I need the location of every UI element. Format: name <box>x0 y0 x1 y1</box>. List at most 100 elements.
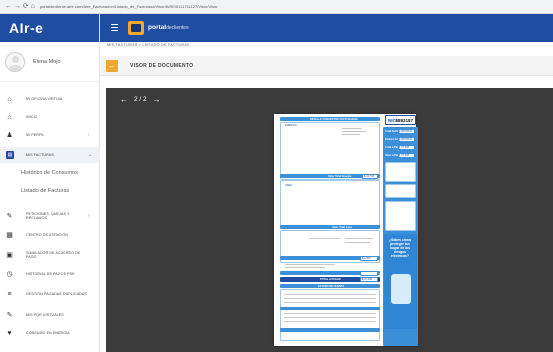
pdf-toolbar: ← 2 / 2 → <box>120 95 161 104</box>
energy-total-label: Valor Total Energía <box>328 174 352 178</box>
sidebar-item-simulador[interactable]: ▣ Simulador de acuerdo de pago <box>0 248 100 262</box>
account-status-box <box>280 289 380 341</box>
viewer-title: VISOR DE DOCUMENTO <box>130 63 194 69</box>
sidebar-item-label: Inicio <box>26 114 38 119</box>
footer-bar <box>280 328 380 332</box>
summary-value: $ 37.000 <box>399 154 410 157</box>
aseo-total-label: Valor Total Aseo <box>332 225 353 229</box>
heart-icon: ♥ <box>7 329 12 337</box>
sidebar-item-centro-atencion[interactable]: ▦ Centro de atención <box>0 229 100 241</box>
detail-line <box>284 313 376 314</box>
avatar <box>5 51 25 72</box>
summary-value: 14/02/2022 <box>399 130 412 133</box>
sidebar-item-perfil[interactable]: ♟ Mi perfil › <box>0 128 100 142</box>
sidebar-item-label: Mi perfil <box>26 132 45 137</box>
chevron-right-icon: › <box>88 132 90 138</box>
ad-illustration <box>391 274 411 304</box>
logo-bar: AIr-e <box>0 14 99 42</box>
detail-line <box>284 302 376 303</box>
detail-line <box>284 294 376 295</box>
sidebar-item-mis-pqr[interactable]: ✎ Mis PQR virtuales <box>0 309 100 321</box>
section-title: DETALLE CONCEPTOS FACTURADOS <box>310 117 358 121</box>
energy-label: ENERGÍA <box>285 124 297 127</box>
subitem-listado-facturas[interactable]: Listado de Facturas <box>21 188 69 194</box>
list-icon: ≡ <box>7 290 12 298</box>
sidebar-item-label: Historial de pagos PSE <box>26 271 75 276</box>
next-page-icon[interactable]: → <box>153 95 161 104</box>
detail-line <box>310 238 340 239</box>
viewer-header: ← VISOR DE DOCUMENTO <box>100 56 553 76</box>
detail-line <box>345 238 373 239</box>
pdf-viewer[interactable]: ← 2 / 2 → DETALLE CONCEPTOS FACTURADOS E… <box>106 88 553 352</box>
user-icon: ♟ <box>6 131 13 139</box>
sidebar-item-pqr[interactable]: ✎ Peticiones, quejas y reclamos › <box>0 208 100 224</box>
detail-line <box>284 317 376 318</box>
chart-bar <box>280 307 380 310</box>
ad-text: ¿Sabes cómo proteger tus hogar de los ri… <box>388 238 412 258</box>
total-pay-label: TOTAL A PAGAR <box>320 278 341 281</box>
prev-page-icon[interactable]: ← <box>120 95 128 104</box>
subtotal-box <box>360 270 378 276</box>
sidebar-item-gestion[interactable]: ≡ Gestión pagadas duplicadas <box>0 287 100 301</box>
detail-line <box>284 321 376 322</box>
payment-points-box <box>385 201 416 231</box>
chevron-right-icon: › <box>88 213 90 219</box>
detail-line <box>285 264 335 265</box>
detail-line <box>345 242 370 243</box>
invoice-left-column: DETALLE CONCEPTOS FACTURADOS ENERGÍA Val… <box>280 114 380 346</box>
sidebar-item-oficina-virtual[interactable]: ⌂ Mi oficina virtual <box>0 91 100 107</box>
home-icon: ⌂ <box>7 113 12 121</box>
energy-total-value: $ 34.700 <box>364 174 375 178</box>
account-status-label: ESTADO DE CUENTA <box>318 284 345 288</box>
back-arrow-button[interactable]: ← <box>106 60 118 72</box>
aseo-total-bar <box>280 225 380 229</box>
breadcrumb: MIS FACTURAS > LISTADO DE FACTURAS <box>107 43 190 47</box>
sidebar-item-label: Simulador de acuerdo de pago <box>26 250 81 259</box>
invoice-right-column: NIC: 6892157 Total Factura 14/02/2022 Fe… <box>383 114 418 346</box>
sidebar-item-label: Gestión pagadas duplicadas <box>26 291 87 296</box>
summary-value: $ 37.000 <box>399 146 410 149</box>
invoice-icon: ▤ <box>6 151 14 159</box>
portal-sub: declientes <box>166 25 189 31</box>
total-pay-value: $ 37.000 <box>362 278 373 281</box>
user-profile[interactable]: Elena Mojo <box>0 42 99 82</box>
hamburger-menu-icon[interactable] <box>111 24 118 31</box>
sidebar-item-historial-pse[interactable]: ◷ Historial de pagos PSE <box>0 268 100 280</box>
detail-line <box>284 298 376 299</box>
nic-value: 6892157 <box>395 118 413 123</box>
notice-box <box>385 162 416 182</box>
sidebar-item-inicio[interactable]: ⌂ Inicio <box>0 110 100 124</box>
pencil-icon: ✎ <box>6 311 13 319</box>
detail-line <box>342 134 360 135</box>
summary-value: 14/02/2022 <box>399 138 412 141</box>
detail-line <box>342 128 362 129</box>
page-indicator: 2 / 2 <box>134 96 147 103</box>
pencil-icon: ✎ <box>6 212 13 220</box>
calendar-icon: ▦ <box>6 231 13 239</box>
home-icon: ⌂ <box>7 95 12 103</box>
aire-logo[interactable]: AIr-e <box>9 20 43 36</box>
url-field[interactable]: portaldecliente.aire.com/Aire_Facturacio… <box>40 4 218 9</box>
sidebar-item-label: Mis PQR virtuales <box>26 312 64 317</box>
sidebar-item-label: Mi oficina virtual <box>26 96 64 101</box>
browser-nav-icons[interactable]: ← → ⟳ ⌂ <box>5 0 35 14</box>
sidebar-item-label: Mis facturas <box>26 152 54 157</box>
detail-line <box>285 267 325 268</box>
chevron-down-icon: ⌄ <box>88 152 93 158</box>
detail-line <box>342 131 366 132</box>
sidebar-item-consumo[interactable]: ♥ Consumo en energía <box>0 327 100 339</box>
sidebar-item-label: Centro de atención <box>26 232 69 237</box>
sidebar-item-label: Consumo en energía <box>26 330 70 335</box>
invoice-page: DETALLE CONCEPTOS FACTURADOS ENERGÍA Val… <box>274 114 418 346</box>
safety-ad-banner: ¿Sabes cómo proteger tus hogar de los ri… <box>384 234 417 329</box>
sidebar-item-facturas[interactable]: ▤ Mis facturas ⌄ <box>0 147 100 163</box>
info-box <box>385 184 416 198</box>
subitem-historico-consumos[interactable]: Histórico de Consumos <box>21 170 78 176</box>
calculator-icon: ▣ <box>6 251 13 259</box>
sidebar-item-label: Peticiones, quejas y reclamos <box>26 211 70 220</box>
portal-name: portal <box>148 24 167 31</box>
clock-icon: ◷ <box>6 270 13 278</box>
services-total-value: $ 1.500 <box>362 256 371 260</box>
aseo-label: ASEO <box>285 184 293 187</box>
nic-box: NIC: 6892157 <box>385 115 416 125</box>
